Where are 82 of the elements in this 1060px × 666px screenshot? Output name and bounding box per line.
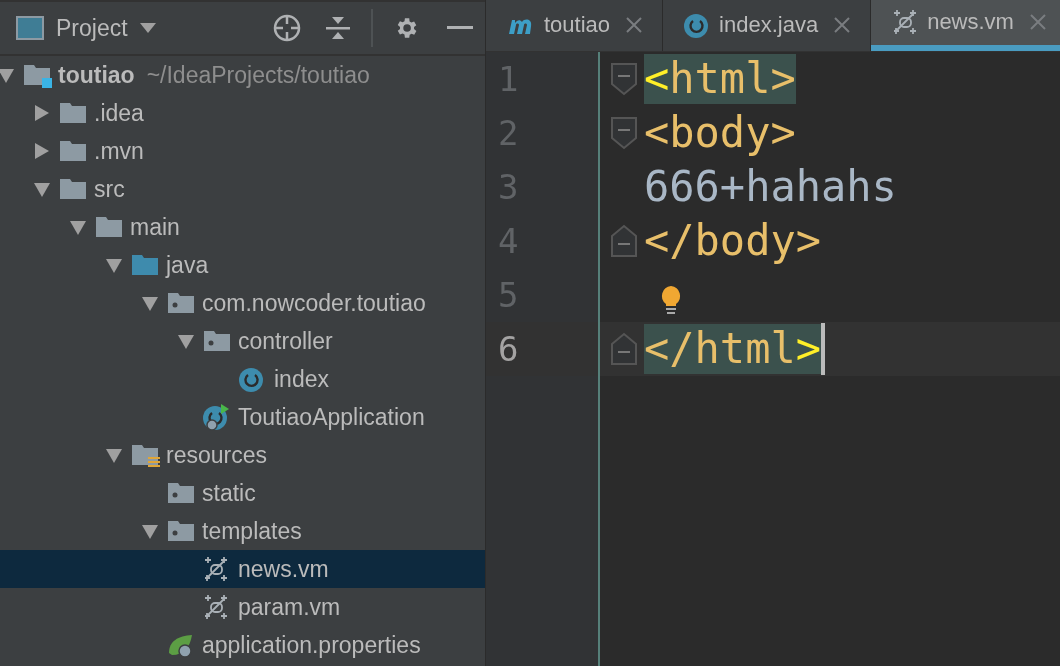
- tree-item[interactable]: resources: [0, 436, 485, 474]
- code-line: </body>: [644, 216, 821, 266]
- tree-item-label: controller: [238, 326, 333, 356]
- tree-item[interactable]: toutiao ~/IdeaProjects/toutiao: [0, 56, 485, 94]
- tree-item-label: news.vm: [238, 554, 329, 584]
- tree-item[interactable]: controller: [0, 322, 485, 360]
- tree-item-label: application.properties: [202, 630, 421, 660]
- tree-item[interactable]: index: [0, 360, 485, 398]
- tree-item-label: ToutiaoApplication: [238, 402, 425, 432]
- panel-icon: [16, 16, 44, 40]
- resources-folder-icon: [130, 442, 160, 468]
- collapse-arrow-icon[interactable]: [70, 219, 86, 235]
- folder-icon: [94, 214, 124, 240]
- caret-icon: [139, 23, 156, 33]
- tree-item-label: com.nowcoder.toutiao: [202, 288, 426, 318]
- template-file-icon: [202, 555, 230, 583]
- fold-marker-icon[interactable]: [610, 332, 638, 366]
- template-file-icon: [202, 593, 230, 621]
- tree-item[interactable]: ToutiaoApplication: [0, 398, 485, 436]
- tree-item-label: java: [166, 250, 209, 280]
- lightbulb-icon[interactable]: [660, 285, 682, 315]
- tree-item[interactable]: main: [0, 208, 485, 246]
- tree-item[interactable]: .idea: [0, 94, 485, 132]
- tree-item-label: main: [130, 212, 180, 242]
- tree-item[interactable]: templates: [0, 512, 485, 550]
- editor-tab[interactable]: index.java: [663, 0, 872, 51]
- minimize-icon[interactable]: [447, 26, 473, 30]
- tree-item[interactable]: param.vm: [0, 588, 485, 626]
- expand-arrow-icon[interactable]: [34, 143, 50, 159]
- editor-tab[interactable]: toutiao: [486, 0, 664, 51]
- line-number: 6: [497, 327, 520, 371]
- folder-icon: [130, 252, 160, 278]
- collapse-arrow-icon[interactable]: [106, 257, 122, 273]
- close-icon[interactable]: [834, 16, 851, 33]
- collapse-arrow-icon[interactable]: [178, 333, 194, 349]
- module-icon: [22, 62, 52, 88]
- tree-item-label: resources: [166, 440, 267, 470]
- expand-arrow-icon[interactable]: [34, 105, 50, 121]
- class-icon: [238, 365, 266, 393]
- tree-item-label: static: [202, 478, 256, 508]
- target-icon[interactable]: [273, 14, 301, 42]
- folder-icon: [58, 100, 88, 126]
- tree-item-label: templates: [202, 516, 302, 546]
- fold-marker-icon[interactable]: [610, 224, 638, 258]
- fold-marker-icon[interactable]: [610, 62, 638, 96]
- tree-item-label: .idea: [94, 98, 144, 128]
- text-cursor: [821, 323, 825, 375]
- run-class-icon: [202, 403, 230, 431]
- tree-item[interactable]: src: [0, 170, 485, 208]
- tree-item[interactable]: .mvn: [0, 132, 485, 170]
- tree-item-label: index: [274, 364, 329, 394]
- project-path: ~/IdeaProjects/toutiao: [146, 60, 370, 90]
- tab-label: news.vm: [927, 8, 1014, 36]
- tree-item[interactable]: java: [0, 246, 485, 284]
- tab-label: toutiao: [544, 11, 611, 39]
- folder-icon: [58, 176, 88, 202]
- collapse-arrow-icon[interactable]: [106, 447, 122, 463]
- tree-item[interactable]: static: [0, 474, 485, 512]
- tree-item-label: src: [94, 174, 125, 204]
- tree-item-label: toutiao: [58, 60, 135, 90]
- tree-item[interactable]: news.vm: [0, 550, 485, 588]
- code-line: <body>: [644, 108, 796, 158]
- editor-tab[interactable]: news.vm: [871, 0, 1060, 51]
- package-icon: [166, 518, 196, 544]
- code-line: 666+hahahs: [644, 162, 897, 212]
- package-icon: [166, 480, 196, 506]
- package-icon: [202, 328, 232, 354]
- collapse-arrow-icon[interactable]: [142, 523, 158, 539]
- collapse-arrow-icon[interactable]: [142, 295, 158, 311]
- tree-item-label: param.vm: [238, 592, 341, 622]
- collapse-arrow-icon[interactable]: [0, 67, 14, 83]
- package-icon: [166, 290, 196, 316]
- folder-icon: [58, 138, 88, 164]
- close-icon[interactable]: [626, 16, 643, 33]
- tree-item[interactable]: com.nowcoder.toutiao: [0, 284, 485, 322]
- project-view-dropdown[interactable]: Project: [56, 10, 156, 46]
- fold-marker-icon[interactable]: [610, 116, 638, 150]
- collapse-arrow-icon[interactable]: [34, 181, 50, 197]
- collapse-all-icon[interactable]: [325, 15, 351, 41]
- tree-item[interactable]: application.properties: [0, 626, 485, 664]
- tree-item-label: .mvn: [94, 136, 144, 166]
- tab-label: index.java: [719, 11, 819, 39]
